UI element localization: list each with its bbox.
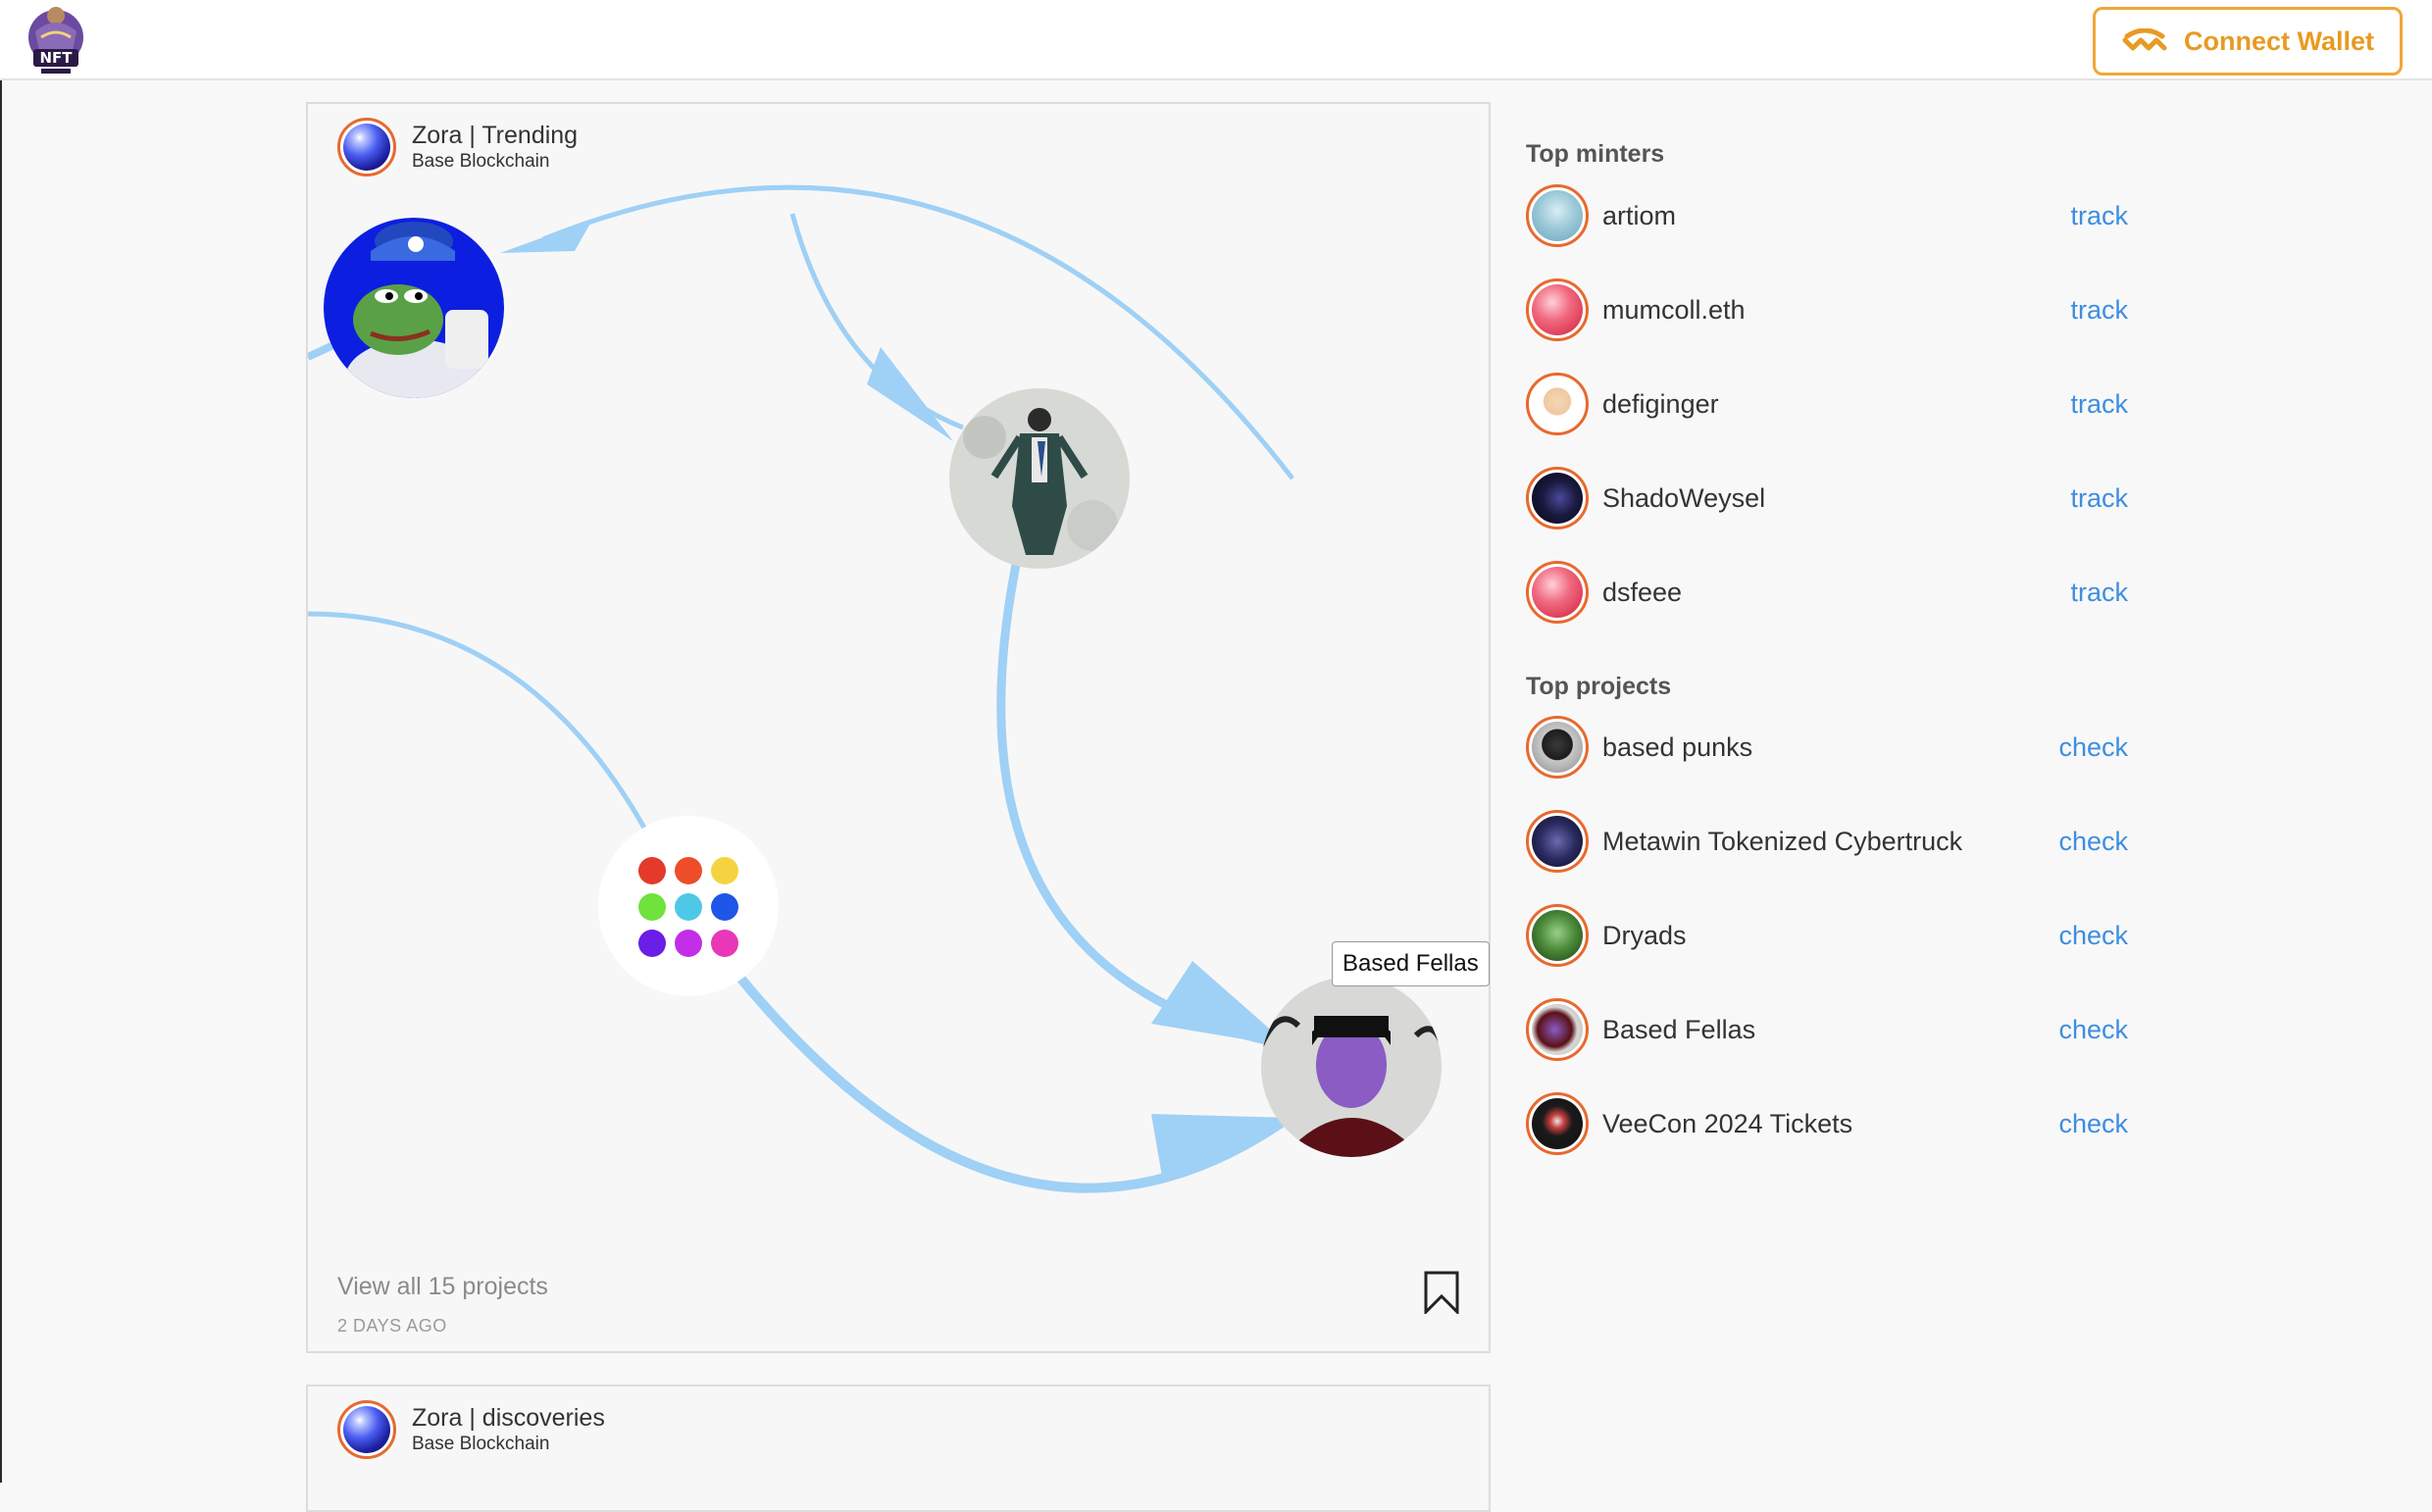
arrowhead bbox=[500, 220, 592, 253]
feed-card-title[interactable]: Zora | Trending bbox=[412, 121, 578, 150]
arrowhead bbox=[867, 347, 953, 441]
site-logo[interactable]: NFT bbox=[22, 2, 90, 76]
feed-card-subtitle: Base Blockchain bbox=[412, 1434, 550, 1454]
project-row: VeeCon 2024 Tickets check bbox=[1526, 1092, 2134, 1155]
minter-row: artiom track bbox=[1526, 184, 2134, 247]
top-bar: NFT Connect Wallet bbox=[0, 0, 2432, 80]
arrowhead bbox=[1151, 1114, 1292, 1183]
graph-node-based-fellas[interactable] bbox=[1259, 975, 1445, 1161]
minter-name[interactable]: artiom bbox=[1602, 201, 2134, 231]
minter-avatar bbox=[1526, 278, 1589, 341]
minter-row: mumcoll.eth track bbox=[1526, 278, 2134, 341]
project-graph bbox=[308, 184, 1445, 1193]
minter-row: defiginger track bbox=[1526, 373, 2134, 435]
feed-card-title[interactable]: Zora | discoveries bbox=[412, 1403, 605, 1433]
project-avatar bbox=[1526, 810, 1589, 873]
project-name[interactable]: VeeCon 2024 Tickets bbox=[1602, 1109, 2134, 1139]
project-row: Based Fellas check bbox=[1526, 998, 2134, 1061]
graph-edge bbox=[996, 564, 1290, 1050]
project-avatar bbox=[1526, 716, 1589, 779]
project-name[interactable]: Metawin Tokenized Cybertruck bbox=[1602, 827, 2134, 857]
graph-edge bbox=[542, 184, 1294, 480]
minter-name[interactable]: defiginger bbox=[1602, 389, 2134, 420]
project-row: Metawin Tokenized Cybertruck check bbox=[1526, 810, 2134, 873]
track-button[interactable]: track bbox=[2070, 389, 2128, 420]
check-button[interactable]: check bbox=[2058, 1015, 2128, 1045]
minter-avatar bbox=[1526, 561, 1589, 624]
minter-row: ShadoWeysel track bbox=[1526, 467, 2134, 529]
track-button[interactable]: track bbox=[2070, 483, 2128, 514]
track-button[interactable]: track bbox=[2070, 295, 2128, 326]
graph-node-dots[interactable] bbox=[598, 816, 779, 996]
feed-card-subtitle: Base Blockchain bbox=[412, 151, 550, 172]
feed-card-trending: Zora | Trending Base Blockchain Based Fe… bbox=[306, 102, 1491, 1353]
window-left-edge bbox=[0, 0, 2, 1483]
minter-avatar bbox=[1526, 373, 1589, 435]
project-avatar bbox=[1526, 1092, 1589, 1155]
project-name[interactable]: Based Fellas bbox=[1602, 1015, 2134, 1045]
check-button[interactable]: check bbox=[2058, 827, 2128, 857]
graph-node-suit-figure[interactable] bbox=[947, 386, 1134, 573]
feed-card-header: Zora | Trending Base Blockchain bbox=[337, 118, 578, 176]
minter-name[interactable]: mumcoll.eth bbox=[1602, 295, 2134, 326]
feed-card-header: Zora | discoveries Base Blockchain bbox=[337, 1400, 605, 1459]
node-tooltip: Based Fellas bbox=[1332, 941, 1490, 986]
graph-node-pepe[interactable] bbox=[322, 216, 508, 418]
project-avatar bbox=[1526, 904, 1589, 967]
graph-edge bbox=[789, 213, 964, 430]
view-all-projects-link[interactable]: View all 15 projects bbox=[337, 1273, 548, 1301]
project-name[interactable]: Dryads bbox=[1602, 921, 2134, 951]
project-avatar bbox=[1526, 998, 1589, 1061]
minter-name[interactable]: ShadoWeysel bbox=[1602, 483, 2134, 514]
walletconnect-icon bbox=[2122, 28, 2167, 51]
check-button[interactable]: check bbox=[2058, 732, 2128, 763]
minter-avatar bbox=[1526, 467, 1589, 529]
check-button[interactable]: check bbox=[2058, 921, 2128, 951]
minter-name[interactable]: dsfeee bbox=[1602, 578, 2134, 608]
project-row: based punks check bbox=[1526, 716, 2134, 779]
check-button[interactable]: check bbox=[2058, 1109, 2128, 1139]
svg-text:NFT: NFT bbox=[39, 49, 73, 67]
minter-avatar bbox=[1526, 184, 1589, 247]
posted-time: 2 DAYS AGO bbox=[337, 1316, 447, 1336]
connect-wallet-button[interactable]: Connect Wallet bbox=[2093, 7, 2403, 76]
zora-orb-icon bbox=[337, 118, 396, 176]
connect-wallet-label: Connect Wallet bbox=[2183, 25, 2374, 56]
zora-orb-icon bbox=[337, 1400, 396, 1459]
top-minters-heading: Top minters bbox=[1526, 140, 1665, 168]
project-name[interactable]: based punks bbox=[1602, 732, 2134, 763]
top-projects-heading: Top projects bbox=[1526, 673, 1672, 700]
graph-edge bbox=[308, 611, 648, 832]
feed-card-discoveries: Zora | discoveries Base Blockchain bbox=[306, 1385, 1491, 1512]
graph-arrowheads bbox=[500, 220, 1292, 1183]
bookmark-icon[interactable] bbox=[1422, 1271, 1461, 1314]
track-button[interactable]: track bbox=[2070, 201, 2128, 231]
minter-row: dsfeee track bbox=[1526, 561, 2134, 624]
project-row: Dryads check bbox=[1526, 904, 2134, 967]
track-button[interactable]: track bbox=[2070, 578, 2128, 608]
